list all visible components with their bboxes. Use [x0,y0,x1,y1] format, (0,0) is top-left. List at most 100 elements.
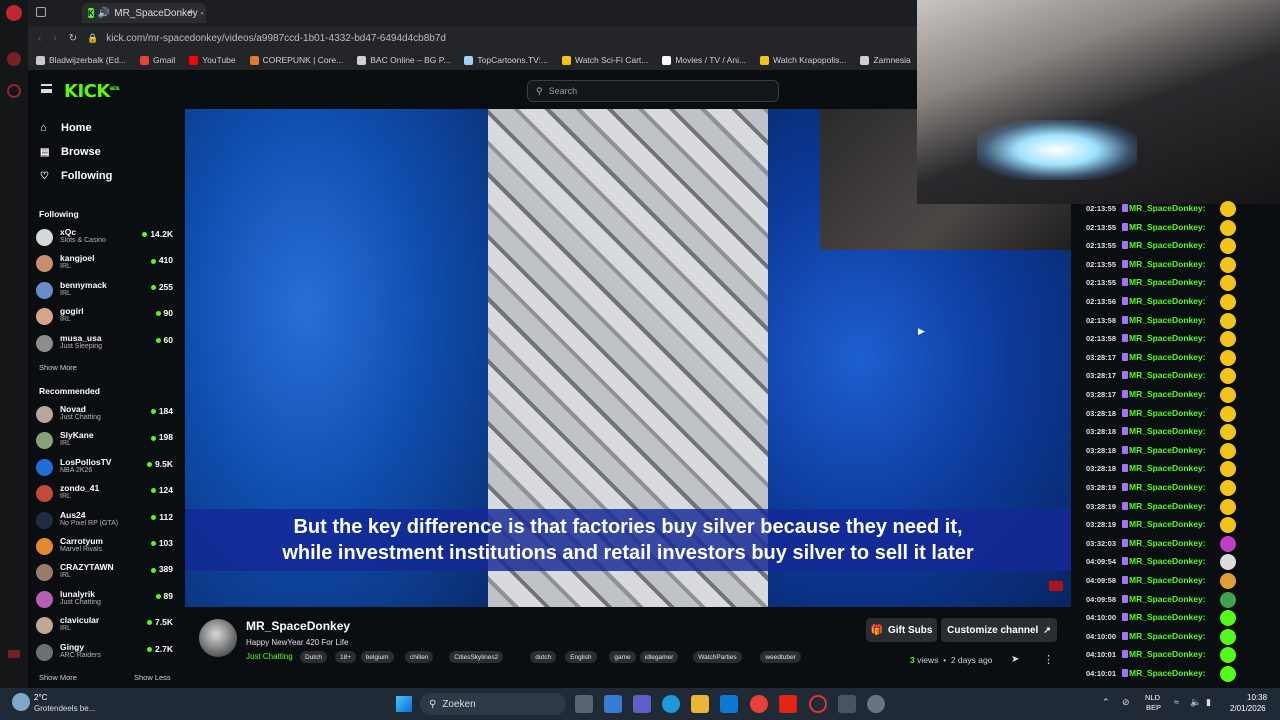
more-options-icon[interactable]: ⋮ [1043,653,1054,666]
task-view-icon[interactable] [575,695,593,713]
chat-username[interactable]: MR_SpaceDonkey: [1129,203,1206,213]
clock-time[interactable]: 10:38 [1247,693,1267,702]
gift-subs-button[interactable]: 🎁 Gift Subs [866,618,937,642]
battery-icon[interactable]: ▮ [1206,697,1211,708]
tab-overview-icon[interactable] [36,7,46,17]
url-field[interactable]: kick.com/mr-spacedonkey/videos/a9987ccd-… [106,33,446,44]
streamer-avatar[interactable] [199,619,237,657]
chat-username[interactable]: MR_SpaceDonkey: [1129,649,1206,659]
chat-username[interactable]: MR_SpaceDonkey: [1129,408,1206,418]
stream-tag[interactable]: game [609,651,636,663]
clock-date[interactable]: 2/01/2026 [1230,704,1266,713]
chat-username[interactable]: MR_SpaceDonkey: [1129,501,1206,511]
stream-tag[interactable]: idlegamer [639,651,679,663]
bookmark-item[interactable]: YouTube [189,55,236,65]
channel-item[interactable]: gogirl IRL 90 [36,305,178,327]
channel-item[interactable]: CRAZYTAWN IRL 389 [36,561,178,583]
menu-icon[interactable] [41,84,52,93]
network-off-icon[interactable]: ⊘ [1122,697,1130,708]
channel-item[interactable]: LosPollosTV NBA 2K26 9.5K [36,456,178,478]
bookmark-item[interactable]: Movies / TV / Ani... [662,55,746,65]
back-icon[interactable]: ‹ [38,33,41,44]
stream-tag[interactable]: Dutch [300,651,327,663]
forward-icon[interactable]: › [53,33,56,44]
opera-logo-icon[interactable] [6,5,22,21]
bookmark-item[interactable]: BAC Online – BG P... [357,55,450,65]
weather-icon[interactable] [12,693,30,711]
chrome-icon[interactable] [750,695,768,713]
kick-logo[interactable]: KICKBETA [64,81,120,102]
chat-username[interactable]: MR_SpaceDonkey: [1129,668,1206,678]
chat-username[interactable]: MR_SpaceDonkey: [1129,612,1206,622]
taskbar-search[interactable]: ⚲ Zoeken [420,693,566,715]
stream-tag[interactable]: WatchParties [693,651,742,663]
channel-item[interactable]: SlyKane IRL 198 [36,429,178,451]
bookmark-item[interactable]: Zamnesia [860,55,911,65]
stream-tag[interactable]: CitiesSkylines2 [449,651,504,663]
outlook-icon[interactable] [720,695,738,713]
settings-icon[interactable] [867,695,885,713]
stream-tag[interactable]: English [565,651,597,663]
store-icon[interactable] [604,695,622,713]
channel-item[interactable]: Novad Just Chatting 184 [36,403,178,425]
share-icon[interactable]: ➤ [1011,654,1019,665]
bookmark-item[interactable]: Bladwijzerbalk (Ed... [36,55,126,65]
calculator-icon[interactable] [838,695,856,713]
show-more-following[interactable]: Show More [39,363,77,372]
channel-item[interactable]: Carrotyum Marvel Rivals 103 [36,535,178,557]
opera-taskbar-icon[interactable] [809,695,827,713]
chat-username[interactable]: MR_SpaceDonkey: [1129,463,1206,473]
reload-icon[interactable]: ↻ [69,33,77,44]
bookmark-item[interactable]: Gmail [140,55,175,65]
chat-username[interactable]: MR_SpaceDonkey: [1129,519,1206,529]
wifi-icon[interactable]: ≈ [1174,697,1179,707]
stream-tag[interactable]: weedtuber [760,651,801,663]
chat-username[interactable]: MR_SpaceDonkey: [1129,277,1206,287]
channel-item[interactable]: kangjoel IRL 410 [36,252,178,274]
nav-browse[interactable]: ▤ Browse [40,146,101,158]
show-more-recommended[interactable]: Show More [39,673,77,682]
nav-following[interactable]: ♡ Following [40,170,112,182]
chat-username[interactable]: MR_SpaceDonkey: [1129,575,1206,585]
file-explorer-icon[interactable] [691,695,709,713]
youtube-app-icon[interactable] [779,695,797,713]
show-less-recommended[interactable]: Show Less [134,673,171,682]
stream-tag[interactable]: dutch [530,651,557,663]
volume-icon[interactable]: 🔈 [1190,697,1201,708]
chat-username[interactable]: MR_SpaceDonkey: [1129,315,1206,325]
chat-username[interactable]: MR_SpaceDonkey: [1129,259,1206,269]
channel-item[interactable]: bennymack IRL 255 [36,279,178,301]
lang-code[interactable]: NLD [1145,693,1160,702]
stream-tag[interactable]: chillen [405,651,434,663]
chat-username[interactable]: MR_SpaceDonkey: [1129,352,1206,362]
bookmark-item[interactable]: TopCartoons.TV:... [464,55,548,65]
nav-home[interactable]: ⌂ Home [40,122,92,134]
bookmark-item[interactable]: Watch Sci-Fi Cart... [561,55,648,65]
teams-icon[interactable] [633,695,651,713]
messenger-icon[interactable] [7,52,21,66]
channel-item[interactable]: lunalyrik Just Chatting 89 [36,588,178,610]
new-tab-icon[interactable]: + [188,5,195,19]
chat-username[interactable]: MR_SpaceDonkey: [1129,445,1206,455]
search-input[interactable]: ⚲ Search [527,80,779,102]
tray-chevron-icon[interactable]: ⌃ [1102,697,1110,708]
chat-username[interactable]: MR_SpaceDonkey: [1129,556,1206,566]
chat-username[interactable]: MR_SpaceDonkey: [1129,594,1206,604]
chat-username[interactable]: MR_SpaceDonkey: [1129,296,1206,306]
speaker-icon[interactable]: 🔊 [98,8,110,19]
chat-username[interactable]: MR_SpaceDonkey: [1129,333,1206,343]
channel-item[interactable]: musa_usa Just Sleeping 60 [36,332,178,354]
customize-channel-button[interactable]: Customize channel ↗ [941,618,1057,642]
chat-username[interactable]: MR_SpaceDonkey: [1129,426,1206,436]
extensions-icon[interactable] [8,650,20,658]
stream-tag[interactable]: belgium [360,651,394,663]
stream-category[interactable]: Just Chatting [246,652,293,661]
chat-username[interactable]: MR_SpaceDonkey: [1129,222,1206,232]
history-icon[interactable] [7,84,21,98]
channel-item[interactable]: xQc Slots & Casino 14.2K [36,226,178,248]
edge-icon[interactable] [662,695,680,713]
channel-item[interactable]: Gingy ARC Raiders 2.7K [36,641,178,663]
chat-username[interactable]: MR_SpaceDonkey: [1129,538,1206,548]
chat-username[interactable]: MR_SpaceDonkey: [1129,482,1206,492]
layout-code[interactable]: BEP [1146,703,1161,712]
